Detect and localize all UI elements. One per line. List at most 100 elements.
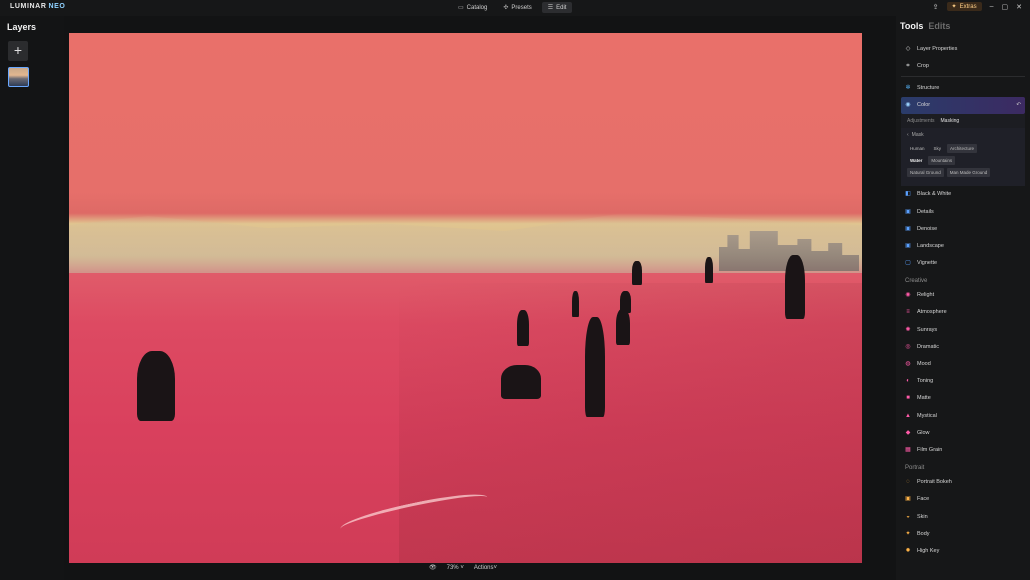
body-icon: ✦ — [905, 530, 911, 537]
tool-structure[interactable]: ✲ Structure — [901, 79, 1025, 96]
relight-icon: ◉ — [905, 292, 911, 299]
tool-relight[interactable]: ◉ Relight — [901, 287, 1025, 304]
vignette-icon: ▢ — [905, 260, 911, 267]
layer-thumbnail[interactable] — [8, 67, 29, 87]
structure-icon: ✲ — [905, 84, 911, 91]
photo-canvas[interactable] — [69, 33, 862, 563]
extras-button[interactable]: ✦ Extras — [946, 2, 982, 11]
high-key-icon: ✹ — [905, 547, 911, 554]
color-subtabs: Adjustments Masking — [901, 113, 1025, 128]
person-silhouette — [620, 291, 631, 313]
tool-face[interactable]: ▣ Face — [901, 491, 1025, 508]
person-silhouette — [501, 365, 541, 399]
tool-denoise[interactable]: ▣ Denoise — [901, 220, 1025, 237]
details-icon: ▣ — [905, 208, 911, 215]
tool-matte[interactable]: ■ Matte — [901, 390, 1025, 407]
panel-tabs: Tools Edits — [900, 21, 950, 31]
person-silhouette — [517, 310, 529, 346]
tool-black-white[interactable]: ◧ Black & White — [901, 186, 1025, 203]
tool-high-key[interactable]: ✹ High Key — [901, 542, 1025, 559]
maximize-icon[interactable]: ▢ — [1002, 3, 1009, 11]
actions-menu[interactable]: Actions˅ — [474, 565, 497, 571]
person-silhouette — [785, 255, 805, 319]
tool-mystical[interactable]: ▲ Mystical — [901, 407, 1025, 424]
app-logo: LUMINAR NEO — [10, 3, 66, 10]
tool-crop[interactable]: ⌗ Crop — [901, 57, 1025, 74]
add-layer-button[interactable]: + — [8, 41, 28, 61]
person-silhouette — [616, 309, 630, 345]
crop-icon: ⌗ — [906, 62, 910, 69]
mask-sky[interactable]: Sky — [931, 144, 945, 153]
share-icon[interactable]: ⇪ — [933, 3, 939, 11]
nav-catalog[interactable]: ▭ Catalog — [452, 2, 493, 13]
mask-human[interactable]: Human — [907, 144, 928, 153]
tool-vignette[interactable]: ▢ Vignette — [901, 255, 1025, 272]
tool-body[interactable]: ✦ Body — [901, 525, 1025, 542]
tool-sunrays[interactable]: ✺ Sunrays — [901, 321, 1025, 338]
zoom-control[interactable]: 73% ˅ — [447, 565, 464, 571]
nav-edit[interactable]: ☰ Edit — [541, 2, 573, 13]
tab-masking[interactable]: Masking — [941, 118, 960, 124]
mask-natural-ground[interactable]: Natural Ground — [907, 167, 944, 177]
tool-details[interactable]: ▣ Details — [901, 203, 1025, 220]
film-grain-icon: ▦ — [905, 446, 911, 453]
skin-icon: ◒ — [906, 513, 910, 520]
sunrays-icon: ✺ — [905, 326, 911, 333]
mask-header[interactable]: ‹ Mask — [907, 132, 1019, 138]
face-icon: ▣ — [905, 496, 911, 503]
bokeh-icon: ◌ — [906, 479, 910, 486]
color-wheel-icon: ◉ — [905, 102, 911, 109]
mask-panel: ‹ Mask Human Sky Architecture Water Moun… — [901, 127, 1025, 186]
dramatic-icon: ◎ — [905, 343, 911, 350]
eye-icon[interactable]: 👁 — [429, 564, 437, 571]
tool-mood[interactable]: ◍ Mood — [901, 355, 1025, 372]
canvas-bottom-bar: 👁 73% ˅ Actions˅ — [429, 564, 497, 572]
layers-icon: ◇ — [905, 45, 911, 52]
tool-glow[interactable]: ◆ Glow — [901, 424, 1025, 441]
presets-icon: ✣ — [503, 5, 509, 11]
matte-icon: ■ — [906, 395, 910, 402]
tool-atmosphere[interactable]: ≡ Atmosphere — [901, 304, 1025, 321]
tool-dramatic[interactable]: ◎ Dramatic — [901, 338, 1025, 355]
tool-list: ◇ Layer Properties ⌗ Crop ✲ Structure ◉ … — [901, 40, 1025, 560]
glow-icon: ◆ — [905, 429, 911, 436]
person-silhouette — [632, 261, 642, 285]
mystical-icon: ▲ — [905, 412, 911, 419]
mask-architecture[interactable]: Architecture — [947, 143, 978, 153]
tab-adjustments[interactable]: Adjustments — [907, 118, 935, 124]
chevron-left-icon: ‹ — [907, 131, 909, 138]
tool-film-grain[interactable]: ▦ Film Grain — [901, 441, 1025, 458]
undo-icon[interactable]: ↶ — [1016, 102, 1021, 108]
mask-mountains[interactable]: Mountains — [928, 155, 956, 165]
folder-icon: ▭ — [458, 5, 464, 11]
person-silhouette — [572, 291, 579, 317]
mask-man-made-ground[interactable]: Man Made Ground — [946, 167, 991, 177]
main-nav: ▭ Catalog ✣ Presets ☰ Edit — [452, 2, 573, 13]
mask-row-3: Natural Ground Man Made Ground — [907, 167, 1019, 177]
tools-panel: Tools Edits ◇ Layer Properties ⌗ Crop ✲ … — [896, 16, 1030, 580]
black-white-icon: ◧ — [905, 191, 911, 198]
sliders-icon: ☰ — [547, 5, 554, 11]
close-icon[interactable]: ✕ — [1016, 3, 1022, 11]
extras-icon: ✦ — [951, 4, 957, 10]
tab-tools[interactable]: Tools — [900, 21, 923, 31]
tool-portrait-bokeh[interactable]: ◌ Portrait Bokeh — [901, 474, 1025, 491]
mask-row-2: Water Mountains — [907, 155, 1019, 165]
canvas-area: 👁 73% ˅ Actions˅ — [64, 16, 896, 580]
layers-title: Layers — [7, 22, 37, 32]
nav-presets[interactable]: ✣ Presets — [497, 2, 537, 13]
divider — [901, 76, 1025, 78]
mask-water[interactable]: Water — [907, 156, 925, 165]
minimize-icon[interactable]: – — [990, 3, 994, 10]
tool-color[interactable]: ◉ Color ↶ — [901, 96, 1025, 114]
atmosphere-icon: ≡ — [906, 309, 910, 316]
tab-edits[interactable]: Edits — [928, 21, 950, 31]
tool-landscape[interactable]: ▣ Landscape — [901, 237, 1025, 254]
tool-toning[interactable]: ◐ Toning — [901, 373, 1025, 390]
tool-layer-properties[interactable]: ◇ Layer Properties — [901, 40, 1025, 57]
tool-skin[interactable]: ◒ Skin — [901, 508, 1025, 525]
person-silhouette — [705, 257, 713, 283]
section-creative: Creative — [905, 277, 928, 284]
layers-panel: Layers + — [0, 16, 64, 580]
person-silhouette — [585, 317, 605, 417]
